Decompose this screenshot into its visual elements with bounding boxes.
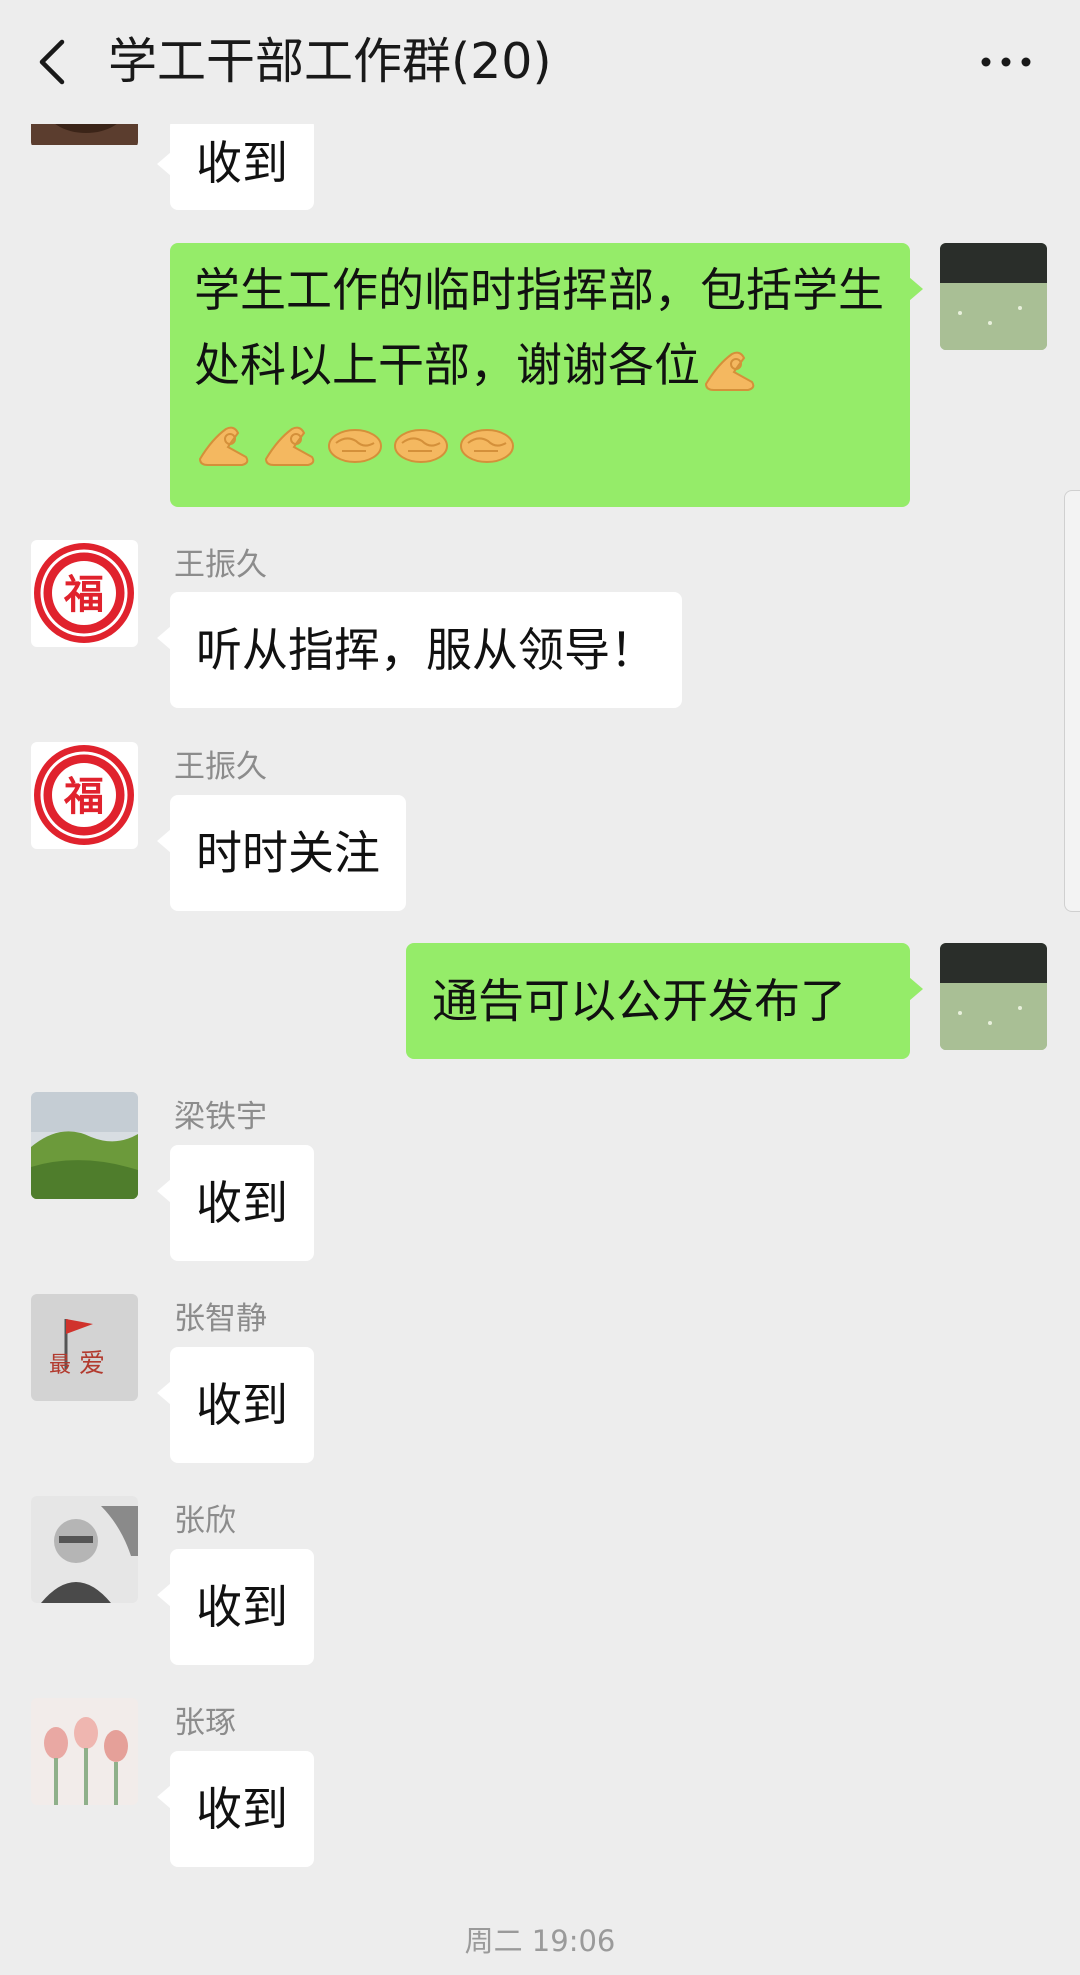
avatar[interactable] (31, 1092, 138, 1199)
message-bubble[interactable]: 收到 (157, 1347, 314, 1463)
scrollbar[interactable] (1064, 490, 1080, 912)
my-avatar[interactable] (940, 243, 1047, 350)
avatar[interactable] (31, 1698, 138, 1805)
message-text: 收到 (196, 136, 288, 190)
chat-title: 学工干部工作群(20) (108, 33, 552, 90)
back-arrow-icon[interactable] (30, 36, 78, 88)
message-bubble[interactable]: 学生工作的临时指挥部，包括学生处科以上干部，谢谢各位 (170, 243, 923, 507)
ok-hand-emoji (198, 426, 249, 466)
svg-text:爱: 爱 (79, 1349, 105, 1379)
timestamp: 周二 19:06 (464, 1924, 616, 1958)
message-bubble[interactable]: 收到 (157, 118, 314, 210)
message-text: 学生工作的临时指挥部，包括学生处科以上干部，谢谢各位 (194, 263, 884, 392)
sender-name: 王振久 (174, 749, 267, 785)
avatar[interactable]: 福 (31, 742, 138, 849)
handshake-emoji (328, 428, 382, 463)
message-bubble[interactable]: 收到 (157, 1751, 314, 1867)
ok-hand-emoji (704, 351, 755, 391)
avatar[interactable]: 福 (31, 540, 138, 647)
message-bubble[interactable]: 时时关注 (157, 795, 406, 911)
emoji-row (700, 344, 758, 394)
header-bar: 学工干部工作群(20) (0, 0, 1080, 124)
message-bubble[interactable]: 听从指挥，服从领导！ (157, 592, 682, 708)
more-options-icon[interactable] (978, 48, 1034, 76)
message-text: 收到 (196, 1782, 288, 1836)
message-text: 收到 (196, 1378, 288, 1432)
handshake-emoji (394, 428, 448, 463)
message-text: 听从指挥，服从领导！ (196, 623, 656, 677)
message-text: 时时关注 (196, 826, 380, 880)
svg-text:福: 福 (63, 773, 104, 820)
sender-name: 梁铁宇 (174, 1099, 267, 1135)
avatar[interactable] (31, 1496, 138, 1603)
sender-name: 张智静 (174, 1301, 267, 1337)
handshake-emoji (460, 428, 514, 463)
sender-name: 张琢 (174, 1705, 236, 1741)
message-text: 收到 (196, 1580, 288, 1634)
sender-name: 王振久 (174, 547, 267, 583)
message-bubble[interactable]: 收到 (157, 1549, 314, 1665)
my-avatar[interactable] (940, 943, 1047, 1050)
svg-text:最: 最 (49, 1353, 71, 1378)
chat-area[interactable]: 收到 学生工作的临时指挥部，包括学生处科以上干部，谢谢各位 福 王振久 听从指挥… (0, 0, 1080, 1975)
svg-text:福: 福 (63, 571, 104, 618)
message-text: 收到 (196, 1176, 288, 1230)
sender-name: 张欣 (174, 1503, 236, 1539)
message-bubble[interactable]: 通告可以公开发布了 (406, 943, 923, 1059)
message-bubble[interactable]: 收到 (157, 1145, 314, 1261)
avatar[interactable]: 最 爱 (31, 1294, 138, 1401)
message-text: 通告可以公开发布了 (432, 974, 846, 1028)
emoji-row (194, 419, 516, 469)
ok-hand-emoji (264, 426, 315, 466)
